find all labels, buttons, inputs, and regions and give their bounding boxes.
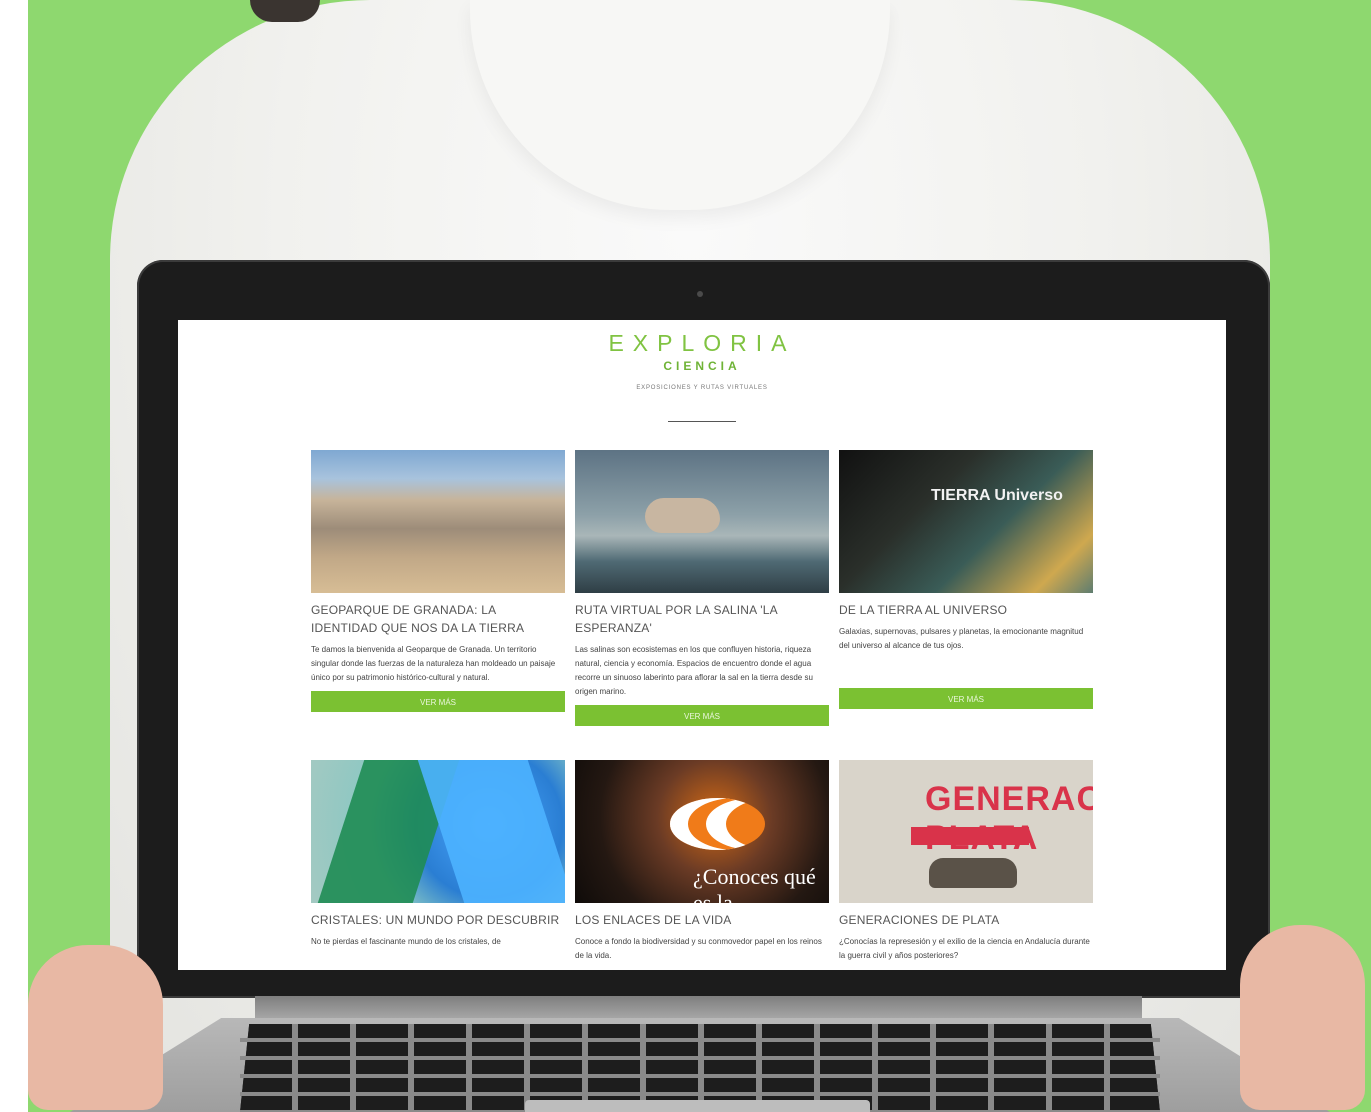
card-description: Galaxias, supernovas, pulsares y planeta… (839, 627, 1084, 650)
exhibit-card-plata: GENERACIONES PLATA GENERACIONES DE PLATA… (839, 760, 1093, 963)
card-description: Te damos la bienvenida al Geoparque de G… (311, 645, 556, 682)
card-description: No te pierdas el fascinante mundo de los… (311, 937, 501, 946)
brand-subtitle: CIENCIA (663, 359, 741, 373)
card-description: Conoce a fondo la biodiversidad y su con… (575, 937, 822, 960)
brand-name[interactable]: EXPLORIA (178, 330, 1226, 357)
butterfly-wing-right (417, 760, 565, 903)
image-text: TIERRA Universo (931, 487, 1063, 504)
shoe-icon (929, 858, 1017, 888)
exhibit-card-salina: RUTA VIRTUAL POR LA SALINA 'LA ESPERANZA… (575, 450, 829, 726)
card-title[interactable]: LOS ENLACES DE LA VIDA (575, 911, 829, 929)
right-hand (1240, 925, 1365, 1110)
trackpad (525, 1100, 870, 1112)
image-text: GENERACIONES PLATA (925, 780, 1093, 857)
card-title[interactable]: GENERACIONES DE PLATA (839, 911, 1093, 929)
ribbon-icon (911, 827, 1029, 845)
card-title[interactable]: CRISTALES: UN MUNDO POR DESCUBRIR (311, 911, 565, 929)
card-image-universe[interactable]: TIERRA Universo (839, 450, 1093, 593)
hair-strand (250, 0, 320, 22)
clownfish-icon (670, 798, 765, 850)
keyboard-rows (240, 1024, 1160, 1112)
card-image-plata[interactable]: GENERACIONES PLATA (839, 760, 1093, 903)
header-divider (668, 421, 736, 422)
card-description: ¿Conocías la represesión y el exilio de … (839, 937, 1090, 960)
card-image-clownfish[interactable]: ¿Conoces qué es la biodiversidad? (575, 760, 829, 903)
card-image-desert[interactable] (311, 450, 565, 593)
exhibit-card-enlaces: ¿Conoces qué es la biodiversidad? LOS EN… (575, 760, 829, 963)
laptop-hinge (255, 996, 1142, 1020)
brand-tagline: EXPOSICIONES Y RUTAS VIRTUALES (636, 385, 768, 391)
see-more-button[interactable]: VER MÁS (311, 691, 565, 712)
card-image-bird[interactable] (575, 450, 829, 593)
image-text: ¿Conoces qué es la biodiversidad? (693, 864, 816, 903)
laptop-screen: EXPLORIA CIENCIA EXPOSICIONES Y RUTAS VI… (178, 320, 1226, 970)
left-hand (28, 945, 163, 1110)
exhibit-card-universo: TIERRA Universo DE LA TIERRA AL UNIVERSO… (839, 450, 1093, 709)
see-more-button[interactable]: VER MÁS (839, 688, 1093, 709)
card-description: Las salinas son ecosistemas en los que c… (575, 645, 813, 696)
exhibit-card-cristales: CRISTALES: UN MUNDO POR DESCUBRIR No te … (311, 760, 565, 949)
bird-icon (645, 498, 720, 533)
site-header: EXPLORIA CIENCIA EXPOSICIONES Y RUTAS VI… (178, 330, 1226, 391)
card-image-butterfly[interactable] (311, 760, 565, 903)
exhibit-card-geoparque: GEOPARQUE DE GRANADA: LA IDENTIDAD QUE N… (311, 450, 565, 712)
card-title[interactable]: DE LA TIERRA AL UNIVERSO (839, 601, 1093, 619)
card-title[interactable]: GEOPARQUE DE GRANADA: LA IDENTIDAD QUE N… (311, 601, 565, 637)
see-more-button[interactable]: VER MÁS (575, 705, 829, 726)
card-title[interactable]: RUTA VIRTUAL POR LA SALINA 'LA ESPERANZA… (575, 601, 829, 637)
webcam-icon (697, 291, 703, 297)
